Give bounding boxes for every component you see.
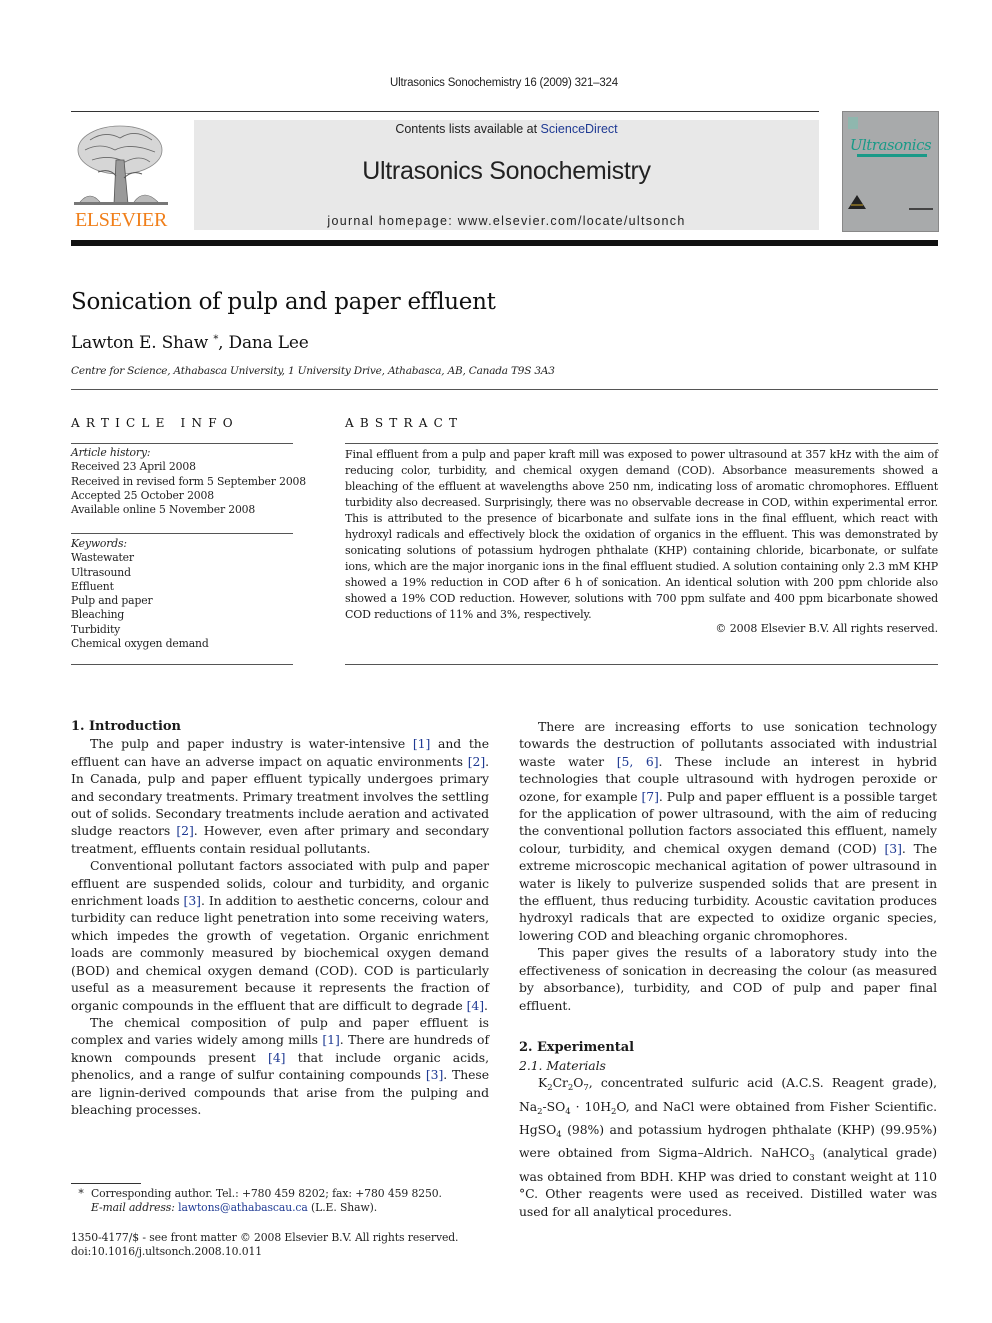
issn-line: 1350-4177/$ - see front matter © 2008 El…	[71, 1231, 459, 1244]
email-link[interactable]: lawtons@athabascau.ca	[178, 1201, 308, 1214]
citation-link[interactable]: [1]	[322, 1032, 339, 1047]
journal-citation: Ultrasonics Sonochemistry 16 (2009) 321–…	[390, 77, 618, 89]
article-title: Sonication of pulp and paper effluent	[71, 289, 496, 315]
keyword: Bleaching	[71, 608, 125, 622]
footnote-contact: Corresponding author. Tel.: +780 459 820…	[91, 1187, 442, 1200]
keyword: Pulp and paper	[71, 594, 153, 608]
article-history: Article history: Received 23 April 2008 …	[71, 446, 306, 517]
paragraph: This paper gives the results of a labora…	[519, 945, 937, 1013]
citation-link[interactable]: [4]	[467, 998, 484, 1013]
citation-link[interactable]: [3]	[184, 893, 201, 908]
citation-link[interactable]: [3]	[426, 1067, 443, 1082]
section-heading: 2. Experimental	[519, 1040, 634, 1056]
sciencedirect-link[interactable]: ScienceDirect	[541, 122, 618, 136]
citation-link[interactable]: [1]	[413, 736, 430, 751]
divider	[71, 533, 293, 534]
keyword: Ultrasound	[71, 565, 131, 579]
cover-sciencedirect-mark	[909, 208, 933, 210]
author-name[interactable]: Dana Lee	[229, 333, 309, 353]
elsevier-wordmark: ELSEVIER	[74, 209, 168, 231]
elsevier-tree-icon	[74, 125, 168, 205]
contents-available-line: Contents lists available at ScienceDirec…	[194, 122, 819, 136]
footnote-rule	[71, 1183, 141, 1184]
contents-prefix: Contents lists available at	[395, 122, 541, 136]
keyword: Effluent	[71, 579, 114, 593]
keywords: Keywords: Wastewater Ultrasound Effluent…	[71, 537, 209, 651]
cover-pyramid-icon	[848, 195, 866, 209]
divider	[345, 443, 938, 444]
subsection-heading: 2.1. Materials	[519, 1057, 606, 1073]
keyword: Wastewater	[71, 551, 134, 565]
body-right-column: There are increasing efforts to use soni…	[519, 718, 937, 1220]
header-divider	[71, 111, 819, 112]
divider	[71, 443, 293, 444]
citation-link[interactable]: [5, 6]	[617, 754, 659, 769]
issn-doi-block: 1350-4177/$ - see front matter © 2008 El…	[71, 1231, 458, 1259]
paragraph: The chemical composition of pulp and pap…	[71, 1014, 490, 1117]
journal-banner: Contents lists available at ScienceDirec…	[194, 120, 819, 230]
article-history-label: Article history:	[71, 446, 151, 459]
author-name[interactable]: Lawton E. Shaw	[71, 333, 208, 353]
title-divider	[71, 389, 938, 390]
author-separator: ,	[218, 333, 229, 353]
body-left-column: 1. Introduction The pulp and paper indus…	[71, 718, 489, 1118]
email-label: E-mail address:	[91, 1201, 179, 1214]
abstract-heading: ABSTRACT	[345, 416, 464, 430]
footnote-mark: *	[78, 1187, 84, 1200]
doi-link[interactable]: doi:10.1016/j.ultsonch.2008.10.011	[71, 1245, 458, 1259]
citation-link[interactable]: [2]	[468, 754, 485, 769]
section-heading: 1. Introduction	[71, 719, 181, 734]
keywords-label: Keywords:	[71, 537, 127, 550]
paragraph-materials: K2Cr2O7, concentrated sulfuric acid (A.C…	[519, 1075, 937, 1219]
journal-title: Ultrasonics Sonochemistry	[362, 157, 651, 185]
keyword: Turbidity	[71, 622, 121, 636]
cover-title: Ultrasonics	[849, 136, 932, 154]
citation-link[interactable]: [4]	[268, 1050, 285, 1065]
author-list: Lawton E. Shaw *, Dana Lee	[71, 333, 309, 353]
citation-link[interactable]: [2]	[176, 823, 193, 838]
cover-logo-icon	[848, 117, 858, 129]
history-item: Available online 5 November 2008	[71, 503, 256, 517]
paragraph: There are increasing efforts to use soni…	[519, 719, 938, 943]
history-item: Received 23 April 2008	[71, 460, 196, 474]
cover-subtitle-bar	[857, 154, 927, 157]
divider	[345, 664, 938, 665]
header-thick-rule	[71, 240, 938, 246]
journal-cover[interactable]: Ultrasonics	[842, 111, 939, 232]
keyword: Chemical oxygen demand	[71, 637, 209, 651]
abstract-copyright: © 2008 Elsevier B.V. All rights reserved…	[715, 622, 938, 635]
abstract-text: Final effluent from a pulp and paper kra…	[345, 448, 938, 621]
paragraph: The pulp and paper industry is water-int…	[71, 736, 490, 856]
divider	[71, 664, 293, 665]
email-suffix: (L.E. Shaw).	[307, 1201, 378, 1214]
citation-link[interactable]: [3]	[884, 841, 901, 856]
paragraph: Conventional pollutant factors associate…	[71, 858, 489, 1013]
article-info-heading: ARTICLE INFO	[71, 416, 239, 430]
corresponding-author-footnote: * Corresponding author. Tel.: +780 459 82…	[71, 1187, 442, 1215]
elsevier-logo[interactable]: ELSEVIER	[70, 120, 172, 232]
affiliation: Centre for Science, Athabasca University…	[71, 365, 555, 377]
citation-link[interactable]: [7]	[641, 789, 658, 804]
history-item: Received in revised form 5 September 200…	[71, 474, 306, 488]
history-item: Accepted 25 October 2008	[71, 488, 214, 502]
journal-homepage-link[interactable]: journal homepage: www.elsevier.com/locat…	[194, 214, 819, 228]
